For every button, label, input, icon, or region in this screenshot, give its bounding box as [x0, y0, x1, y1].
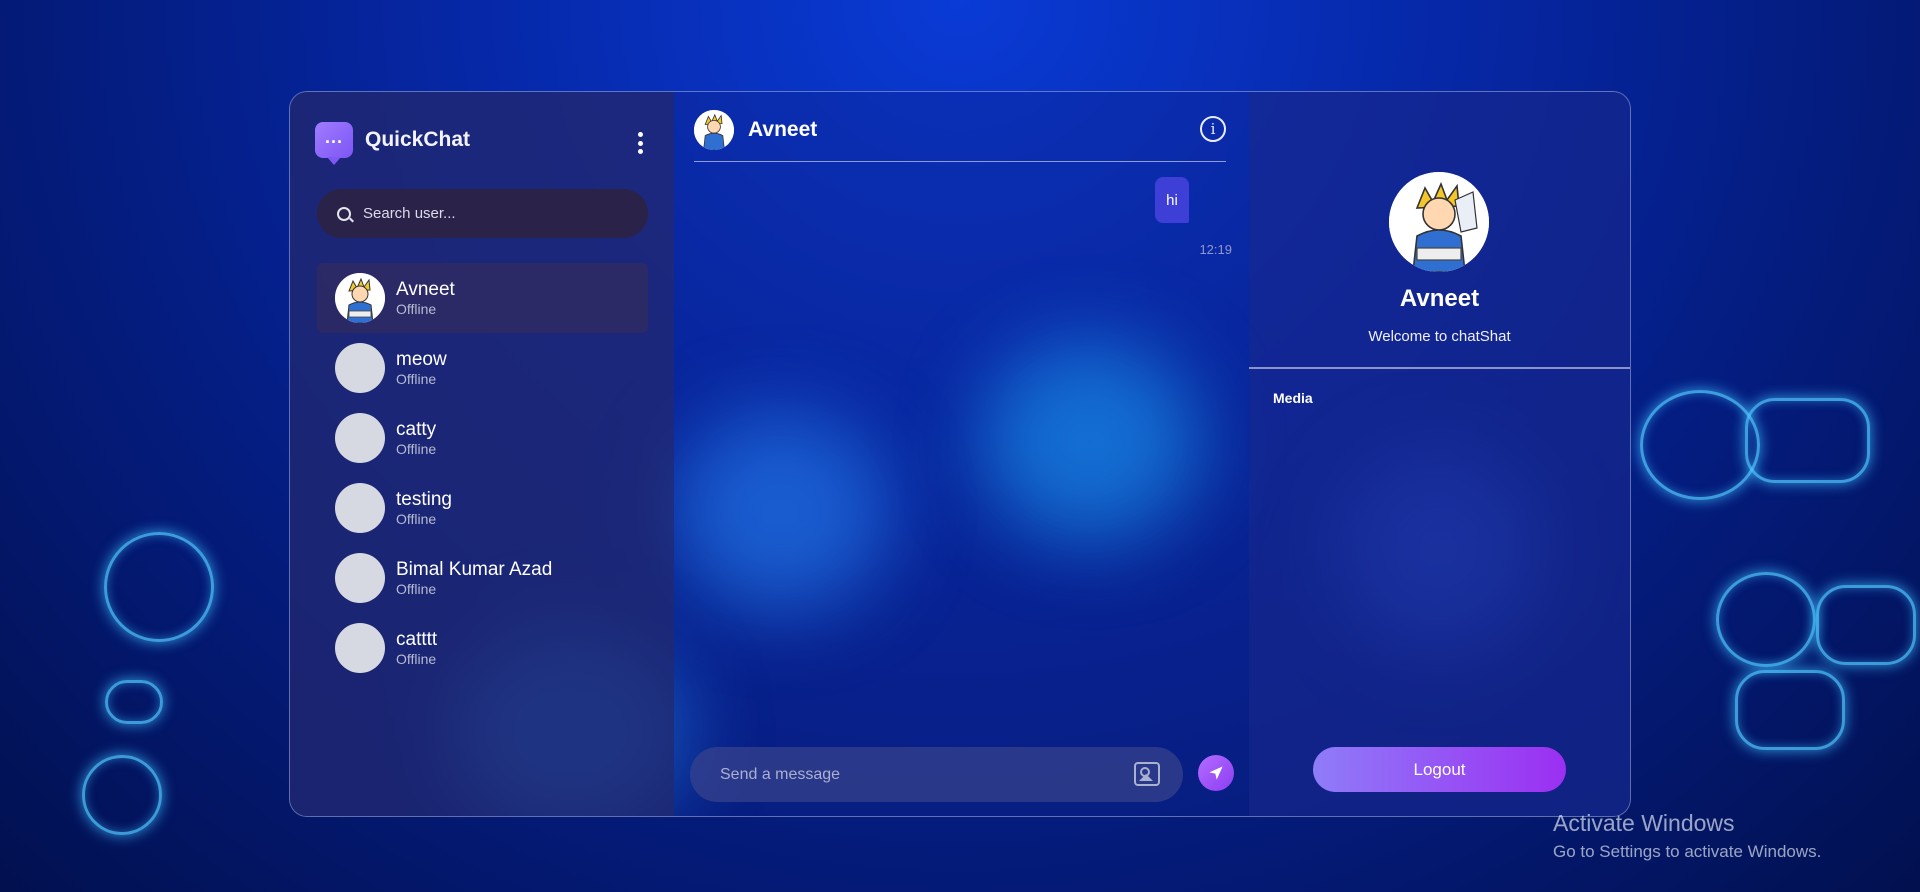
send-icon [1209, 766, 1223, 780]
user-name: Bimal Kumar Azad [396, 559, 553, 580]
chat-panel: Avneet i hi 12:19 [674, 92, 1249, 816]
send-button[interactable] [1198, 755, 1234, 791]
user-list: Avneet Offline meow Offline catty Offlin… [317, 263, 648, 683]
profile-avatar [1389, 172, 1489, 272]
avatar [335, 273, 385, 323]
contact-avatar[interactable] [694, 109, 734, 150]
app-title: QuickChat [365, 128, 471, 151]
user-status: Offline [396, 301, 437, 317]
search-input[interactable] [363, 205, 623, 222]
search-icon [337, 206, 351, 221]
profile-bio: Welcome to chatShat [1368, 328, 1511, 345]
chat-bubble-decoration [1640, 390, 1760, 500]
user-item-testing[interactable]: testing Offline [317, 473, 648, 543]
avatar-placeholder [335, 553, 385, 603]
image-upload-icon[interactable] [1134, 762, 1160, 786]
robot-bubble-decoration [1716, 572, 1816, 667]
search-bar [317, 189, 648, 238]
activation-title: Activate Windows [1553, 810, 1735, 836]
chat-app-window: ... QuickChat Avneet [289, 91, 1631, 817]
avatar-placeholder [335, 413, 385, 463]
info-icon[interactable]: i [1200, 116, 1226, 142]
user-name: catty [396, 419, 437, 440]
cloud-bubble-decoration [104, 532, 214, 642]
chat-bubble-decoration [1745, 398, 1870, 483]
user-status: Offline [396, 371, 437, 387]
contact-name: Avneet [748, 117, 818, 141]
user-status: Offline [396, 651, 437, 667]
user-name: testing [396, 489, 452, 510]
user-status: Offline [396, 581, 437, 597]
sidebar: ... QuickChat Avneet [290, 92, 674, 816]
user-name: catttt [396, 629, 438, 650]
user-name: meow [396, 349, 447, 370]
logout-button[interactable]: Logout [1313, 747, 1566, 792]
robot-bubble-decoration [1735, 670, 1845, 750]
chat-bubble-decoration [105, 680, 163, 724]
user-item-avneet[interactable]: Avneet Offline [317, 263, 648, 333]
user-item-catty[interactable]: catty Offline [317, 403, 648, 473]
user-item-bimal-kumar-azad[interactable]: Bimal Kumar Azad Offline [317, 543, 648, 613]
activation-subtitle: Go to Settings to activate Windows. [1553, 842, 1822, 861]
message-timestamp: 12:19 [1199, 242, 1232, 257]
user-item-meow[interactable]: meow Offline [317, 333, 648, 403]
message-composer [690, 747, 1183, 802]
chat-header: Avneet i [694, 106, 1226, 162]
user-item-catttt[interactable]: catttt Offline [317, 613, 648, 683]
user-status: Offline [396, 441, 437, 457]
kebab-menu-icon[interactable] [634, 132, 646, 154]
chat-logo-icon: ... [315, 122, 353, 165]
message-bubble-outgoing: hi [1155, 177, 1189, 223]
avatar-placeholder [335, 483, 385, 533]
profile-panel: Avneet Welcome to chatShat Media Logout [1249, 92, 1630, 816]
user-status: Offline [396, 511, 437, 527]
windows-activation-watermark: Activate Windows Go to Settings to activ… [1553, 810, 1821, 862]
divider [1249, 367, 1630, 369]
message-input[interactable] [720, 765, 1100, 784]
profile-name: Avneet [1399, 285, 1480, 312]
media-section-label: Media [1273, 390, 1313, 406]
avatar-placeholder [335, 623, 385, 673]
cloud-bubble-decoration [82, 755, 162, 835]
brand: ... QuickChat [315, 122, 471, 165]
user-name: Avneet [396, 279, 455, 300]
robot-bubble-decoration [1816, 585, 1916, 665]
avatar-placeholder [335, 343, 385, 393]
